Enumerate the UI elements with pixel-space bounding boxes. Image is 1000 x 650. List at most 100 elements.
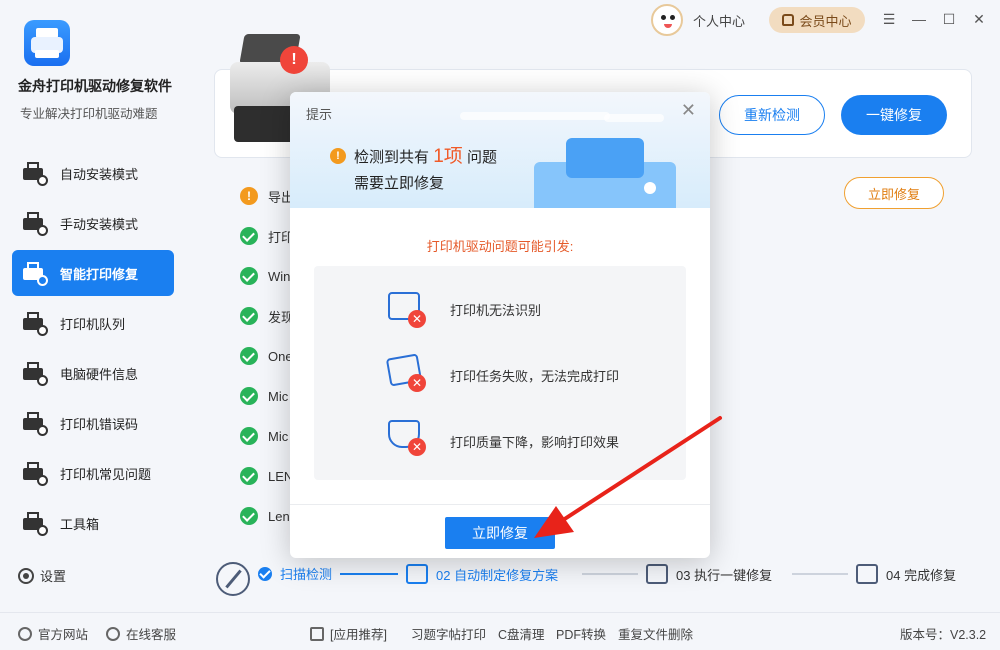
issue-item: 打印任务失败，无法完成打印	[450, 369, 620, 384]
avatar[interactable]	[651, 4, 683, 36]
minimize-icon[interactable]: —	[910, 10, 928, 28]
step-check-icon	[258, 566, 272, 581]
step-complete: 04 完成修复	[856, 564, 956, 584]
vip-center-label: 会员中心	[799, 13, 852, 29]
progress-steps: 扫描检测 02 自动制定修复方案 03 执行一键修复 04 完成修复	[216, 556, 976, 596]
ai-repair-icon	[22, 260, 48, 286]
version-label: 版本号：V2.3.2	[900, 628, 987, 642]
compass-icon	[216, 562, 250, 596]
computer-icon	[22, 360, 48, 386]
app-logo	[24, 20, 70, 66]
refresh-screen-icon	[646, 564, 668, 584]
recheck-button[interactable]: 重新检测	[719, 95, 825, 135]
msg-line2: 需要立即修复	[354, 175, 445, 192]
vip-center-button[interactable]: 会员中心	[769, 7, 865, 33]
result-text: Win	[268, 268, 291, 284]
personal-center-link[interactable]: 个人中心	[693, 11, 745, 30]
msg-prefix: 检测到共有	[354, 149, 430, 166]
list-item: LEN	[240, 456, 294, 496]
app-title: 金舟打印机驱动修复软件	[18, 78, 172, 94]
sidebar-item-smart-repair[interactable]: 智能打印修复	[12, 250, 174, 296]
step-label: 04 完成修复	[886, 567, 957, 583]
step-label: 扫描检测	[280, 567, 333, 582]
step-label: 03 执行一键修复	[676, 567, 773, 583]
repair-prompt-dialog: 提示 ✕ ! 检测到共有 1项 问题 需要立即修复 打印机驱动问题可能引发: ✕…	[290, 92, 710, 558]
fix-now-button-inline[interactable]: 立即修复	[844, 177, 944, 209]
sidebar-item-auto-install[interactable]: 自动安装模式	[12, 150, 174, 196]
sidebar: 金舟打印机驱动修复软件 专业解决打印机驱动难题 自动安装模式 手动安装模式 智能…	[0, 0, 186, 612]
window-close-icon[interactable]: ✕	[970, 10, 988, 28]
dialog-header: 提示 ✕ ! 检测到共有 1项 问题 需要立即修复	[290, 92, 710, 208]
one-key-fix-button[interactable]: 一键修复	[841, 95, 947, 135]
fix-now-button[interactable]: 立即修复	[445, 517, 555, 549]
sidebar-item-label: 电脑硬件信息	[60, 366, 139, 382]
footer-link-label: 官方网站	[38, 628, 89, 642]
close-icon[interactable]: ✕	[681, 100, 696, 121]
document-icon: ✕	[385, 352, 426, 392]
app-subtitle: 专业解决打印机驱动难题	[20, 107, 158, 121]
sidebar-item-label: 打印机队列	[60, 316, 126, 332]
app-link-dup-files[interactable]: 重复文件删除	[618, 624, 693, 643]
dialog-footer: 立即修复	[290, 504, 710, 558]
official-site-link[interactable]: 官方网站	[18, 624, 88, 643]
dialog-message: 检测到共有 1项 问题 需要立即修复	[354, 144, 497, 197]
menu-icon[interactable]: ☰	[880, 10, 898, 28]
quality-shield-icon: ✕	[386, 416, 426, 456]
maximize-icon[interactable]: ☐	[940, 10, 958, 28]
app-recommend: [应用推荐]	[310, 624, 387, 643]
check-icon	[240, 227, 258, 245]
list-item: Len	[240, 496, 294, 536]
sidebar-item-label: 打印机常见问题	[60, 466, 152, 482]
settings-label: 设置	[40, 569, 67, 584]
sidebar-item-manual-install[interactable]: 手动安装模式	[12, 200, 174, 246]
list-item: 发现	[240, 296, 294, 336]
star-doc-icon	[406, 564, 428, 584]
list-item: One	[240, 336, 294, 376]
app-link-c-clean[interactable]: C盘清理	[498, 624, 545, 643]
issue-count: 1项	[433, 146, 463, 167]
home-icon	[18, 626, 32, 641]
online-support-link[interactable]: 在线客服	[106, 624, 176, 643]
toolbox-icon	[22, 510, 48, 536]
issue-list: ✕ 打印机无法识别 ✕ 打印任务失败，无法完成打印 ✕ 打印质量下降，影响打印效…	[314, 266, 686, 480]
result-text: Len	[268, 508, 290, 524]
dialog-title: 提示	[306, 107, 333, 122]
sidebar-nav: 自动安装模式 手动安装模式 智能打印修复 打印机队列 电脑硬件信息 打印机错误码…	[12, 150, 174, 550]
sidebar-item-label: 手动安装模式	[60, 216, 139, 232]
issue-item: 打印机无法识别	[450, 303, 542, 318]
sidebar-item-error-codes[interactable]: 打印机错误码	[12, 400, 174, 446]
app-link-pdf[interactable]: PDF转换	[556, 624, 606, 643]
step-scan: 扫描检测	[258, 564, 332, 583]
app-link-handwriting[interactable]: 习题字帖打印	[411, 624, 486, 643]
result-text: Mic	[268, 428, 289, 444]
list-item: ! 导出	[240, 176, 294, 216]
issue-item: 打印质量下降，影响打印效果	[450, 435, 620, 450]
check-icon	[240, 267, 258, 285]
sidebar-item-printer-queue[interactable]: 打印机队列	[12, 300, 174, 346]
warning-icon: !	[240, 187, 258, 205]
megaphone-icon	[310, 626, 324, 641]
auto-install-icon	[22, 160, 48, 186]
faq-icon	[22, 460, 48, 486]
footer-link-label: 在线客服	[126, 628, 177, 642]
headset-icon	[106, 626, 120, 641]
step-execute: 03 执行一键修复	[646, 564, 772, 584]
check-icon	[240, 307, 258, 325]
sidebar-item-toolbox[interactable]: 工具箱	[12, 500, 174, 546]
check-icon	[240, 347, 258, 365]
settings-button[interactable]: 设置	[18, 566, 66, 585]
msg-suffix: 问题	[466, 149, 497, 166]
sidebar-item-faq[interactable]: 打印机常见问题	[12, 450, 174, 496]
check-icon	[240, 467, 258, 485]
sidebar-item-hardware-info[interactable]: 电脑硬件信息	[12, 350, 174, 396]
alert-icon: !	[280, 46, 308, 74]
sidebar-item-label: 打印机错误码	[60, 416, 139, 432]
dialog-subtitle: 打印机驱动问题可能引发:	[426, 239, 574, 254]
recommend-label: [应用推荐]	[330, 628, 387, 642]
manual-install-icon	[22, 210, 48, 236]
result-text: Mic	[268, 388, 289, 404]
list-item: 打印	[240, 216, 294, 256]
list-item: Win	[240, 256, 294, 296]
error-code-icon	[22, 410, 48, 436]
warning-icon: !	[330, 148, 346, 164]
